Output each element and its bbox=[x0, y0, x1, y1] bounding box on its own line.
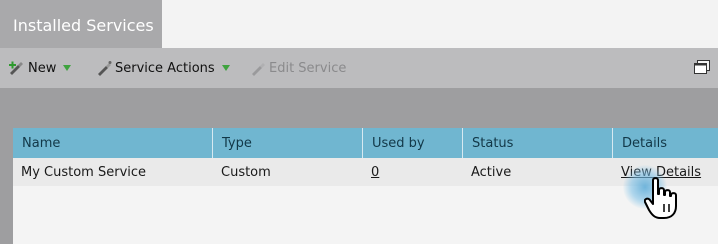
services-table: Name Type Used by Status Details My Cust… bbox=[13, 128, 718, 244]
edit-service-label: Edit Service bbox=[269, 60, 347, 76]
column-header-used-by[interactable]: Used by bbox=[363, 128, 463, 158]
column-header-name[interactable]: Name bbox=[13, 128, 213, 158]
new-icon bbox=[9, 61, 23, 75]
new-button-label: New bbox=[28, 60, 57, 76]
dropdown-arrow-icon bbox=[221, 65, 230, 71]
tab-installed-services[interactable]: Installed Services bbox=[0, 0, 162, 48]
cell-used-by: 0 bbox=[363, 158, 463, 186]
edit-service-icon bbox=[252, 63, 265, 76]
edit-service-button[interactable]: Edit Service bbox=[249, 58, 346, 78]
service-actions-icon bbox=[98, 61, 112, 76]
tab-bar: Installed Services bbox=[0, 0, 718, 48]
table-header: Name Type Used by Status Details bbox=[13, 128, 718, 158]
column-header-type[interactable]: Type bbox=[213, 128, 363, 158]
cell-status: Active bbox=[471, 165, 512, 180]
column-header-status[interactable]: Status bbox=[463, 128, 613, 158]
cell-type: Custom bbox=[221, 165, 271, 180]
toolbar: New Service Actions Edit Service bbox=[0, 48, 718, 88]
new-button[interactable]: New bbox=[8, 58, 72, 78]
dropdown-arrow-icon bbox=[63, 65, 72, 71]
service-actions-button[interactable]: Service Actions bbox=[95, 58, 230, 78]
cell-name: My Custom Service bbox=[21, 165, 147, 180]
service-actions-label: Service Actions bbox=[115, 60, 215, 76]
tab-label: Installed Services bbox=[13, 16, 154, 35]
used-by-link[interactable]: 0 bbox=[371, 165, 379, 180]
hand-cursor-icon bbox=[644, 177, 677, 219]
column-header-details[interactable]: Details bbox=[613, 128, 718, 158]
window-icon[interactable] bbox=[694, 60, 710, 75]
table-row[interactable]: My Custom Service Custom 0 Active View D… bbox=[13, 158, 718, 186]
content-area: Name Type Used by Status Details My Cust… bbox=[0, 88, 718, 244]
